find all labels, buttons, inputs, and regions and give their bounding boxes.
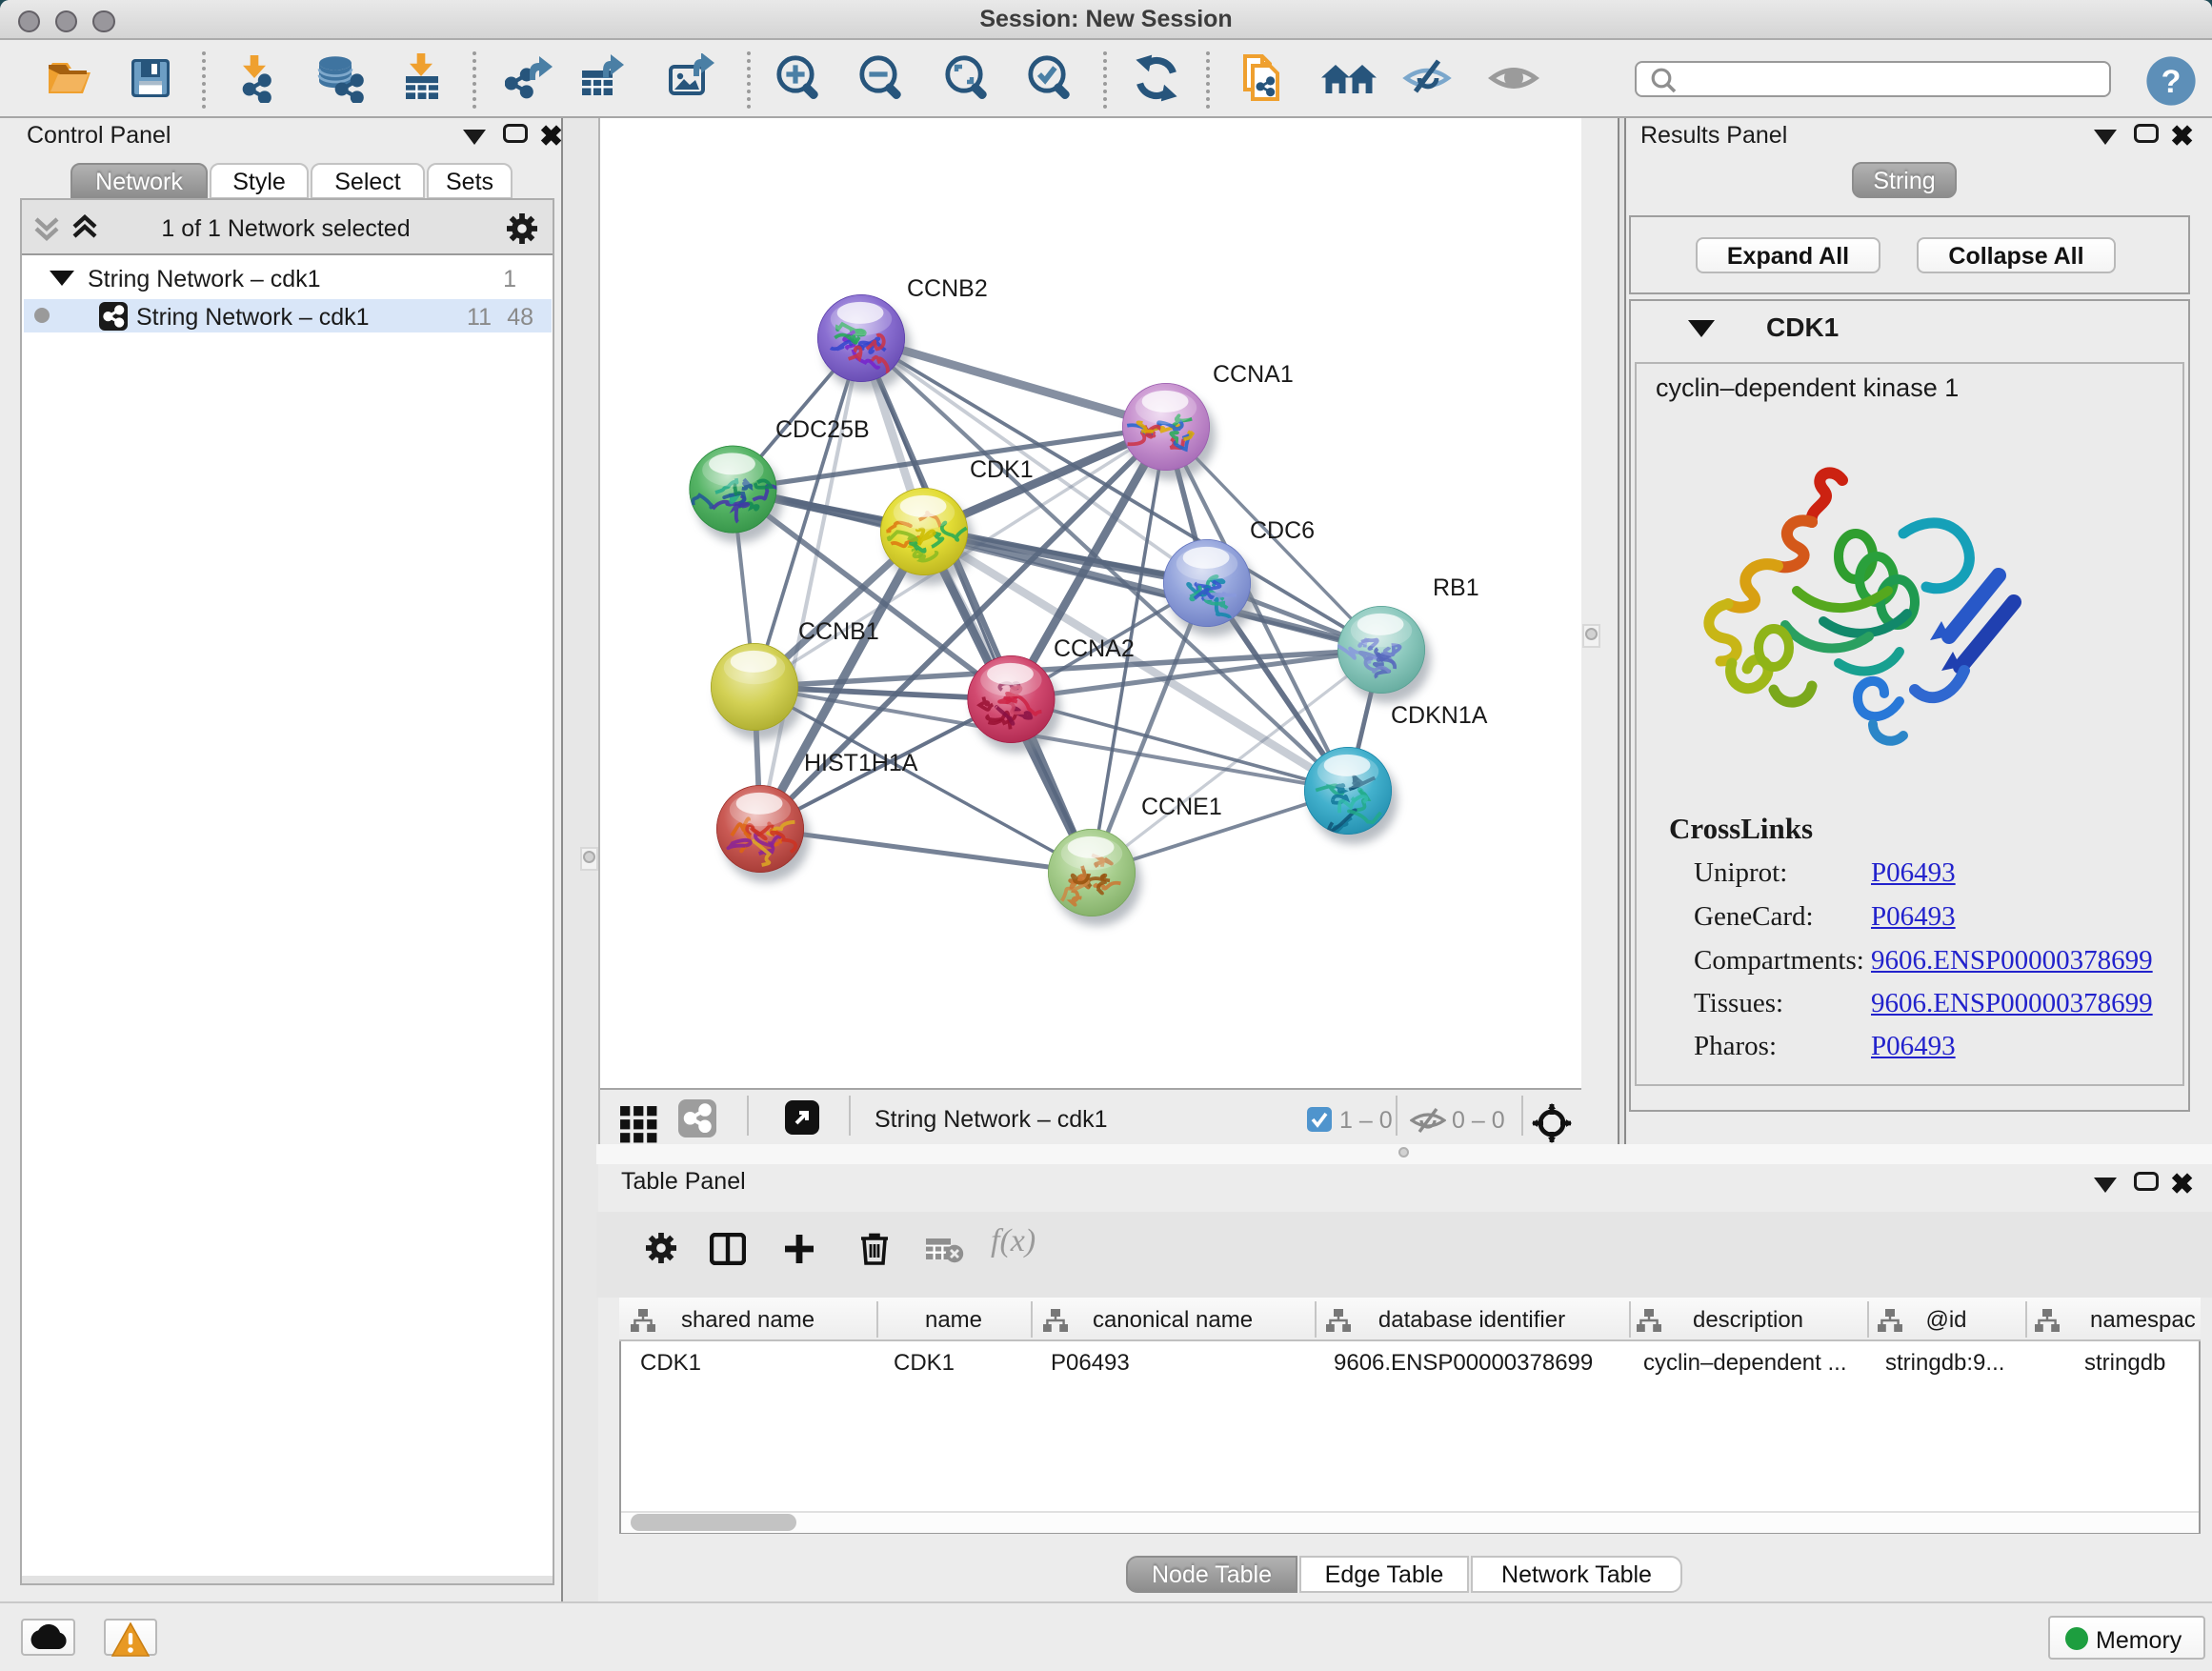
- svg-text:CDC25B: CDC25B: [775, 416, 870, 443]
- svg-text:CCNA1: CCNA1: [1213, 361, 1294, 388]
- svg-text:CCNB2: CCNB2: [907, 275, 988, 302]
- svg-text:RB1: RB1: [1433, 574, 1479, 601]
- svg-text:CCNA2: CCNA2: [1054, 635, 1135, 662]
- svg-text:?: ?: [2162, 64, 2182, 100]
- svg-text:CDC6: CDC6: [1250, 517, 1315, 544]
- svg-text:CCNE1: CCNE1: [1141, 794, 1222, 820]
- svg-text:CDKN1A: CDKN1A: [1391, 702, 1488, 729]
- svg-text:CCNB1: CCNB1: [798, 618, 879, 645]
- svg-text:HIST1H1A: HIST1H1A: [804, 750, 918, 776]
- svg-text:CDK1: CDK1: [970, 456, 1034, 483]
